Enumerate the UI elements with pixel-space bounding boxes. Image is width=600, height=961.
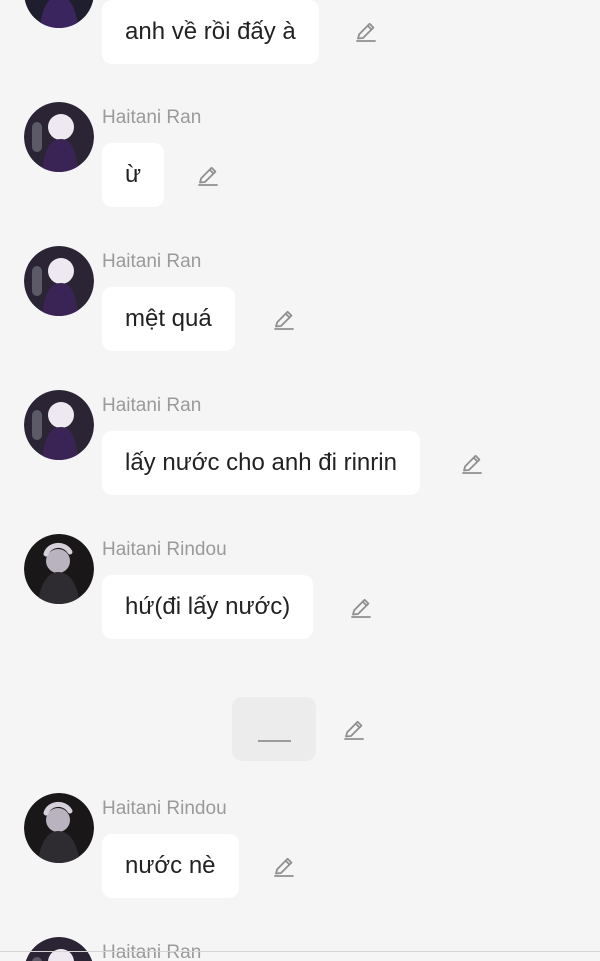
edit-icon[interactable] <box>196 164 220 188</box>
avatar[interactable] <box>24 793 94 863</box>
chat-screen: anh về rồi đấy à Haitani Ran ừ Haitani R… <box>0 0 600 961</box>
sender-name: Haitani Rindou <box>102 539 227 560</box>
avatar[interactable] <box>24 937 94 961</box>
sender-name: Haitani Rindou <box>102 798 227 819</box>
avatar[interactable] <box>24 102 94 172</box>
edit-icon[interactable] <box>272 855 296 879</box>
message-bubble: ừ <box>102 143 165 207</box>
edit-icon[interactable] <box>460 452 484 476</box>
avatar[interactable] <box>24 0 94 28</box>
action-message-bubble <box>232 697 316 761</box>
message-bubble: lấy nước cho anh đi rinrin <box>102 431 420 495</box>
avatar[interactable] <box>24 246 94 316</box>
avatar[interactable] <box>24 534 94 604</box>
message-bubble: nước nè <box>102 834 239 898</box>
edit-icon[interactable] <box>354 20 378 44</box>
message-bubble: anh về rồi đấy à <box>102 0 319 64</box>
avatar[interactable] <box>24 390 94 460</box>
bottom-divider <box>0 951 600 952</box>
message-bubble: hứ(đi lấy nước) <box>102 575 314 639</box>
action-line <box>258 740 291 742</box>
sender-name: Haitani Ran <box>102 395 202 416</box>
edit-icon[interactable] <box>272 308 296 332</box>
message-bubble: mệt quá <box>102 287 235 351</box>
sender-name: Haitani Ran <box>102 251 202 272</box>
edit-icon[interactable] <box>349 596 373 620</box>
edit-icon[interactable] <box>342 718 366 742</box>
sender-name: Haitani Ran <box>102 107 202 128</box>
